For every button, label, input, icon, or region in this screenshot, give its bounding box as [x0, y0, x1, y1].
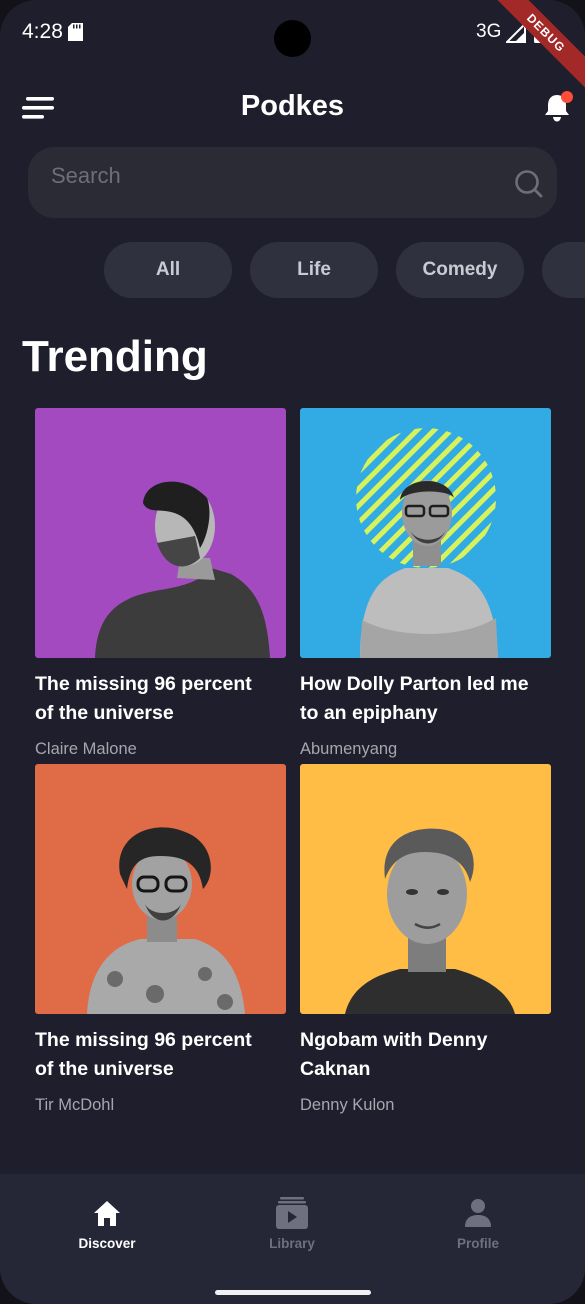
- podcast-card[interactable]: The missing 96 percent of the universe C…: [35, 408, 286, 759]
- category-chips: All Life Comedy: [0, 242, 585, 300]
- chip-more[interactable]: [542, 242, 585, 298]
- podcast-author: Abumenyang: [300, 740, 398, 758]
- podcast-author: Tir McDohl: [35, 1096, 115, 1114]
- podcast-title: How Dolly Parton led me to an epiphany: [300, 673, 529, 724]
- camera-cutout: [274, 20, 311, 57]
- podcast-cover-image: [300, 764, 551, 1014]
- search-placeholder: Search: [51, 163, 121, 188]
- network-type: 3G: [476, 21, 502, 42]
- phone-screen: 4:28 3G DEBUG Podkes Search All Life Com…: [0, 0, 585, 1304]
- bottom-navigation: Discover Library Profile: [0, 1174, 585, 1304]
- home-icon: [94, 1201, 120, 1226]
- chip-comedy[interactable]: Comedy: [396, 242, 524, 298]
- podcast-card[interactable]: How Dolly Parton led me to an epiphany A…: [300, 408, 551, 759]
- status-time: 4:28: [22, 20, 63, 43]
- nav-item-library[interactable]: Library: [232, 1196, 352, 1251]
- podcast-title: The missing 96 percent of the universe: [35, 1029, 252, 1080]
- nav-label: Discover: [78, 1236, 136, 1251]
- library-icon: [276, 1197, 308, 1229]
- host-portrait-image: [95, 481, 270, 658]
- podcast-author: Denny Kulon: [300, 1096, 395, 1114]
- podcast-title: The missing 96 percent of the universe: [35, 673, 252, 724]
- podcast-author: Claire Malone: [35, 740, 137, 758]
- status-bar: 4:28 3G DEBUG: [0, 0, 585, 101]
- nav-item-discover[interactable]: Discover: [47, 1196, 167, 1251]
- notification-dot: [561, 91, 573, 103]
- nav-label: Library: [269, 1236, 315, 1251]
- podcast-cover-image: [35, 408, 286, 658]
- chip-life[interactable]: Life: [250, 242, 378, 298]
- chip-all[interactable]: All: [104, 242, 232, 298]
- sd-card-icon: [68, 23, 83, 41]
- profile-icon: [465, 1199, 491, 1227]
- section-title-trending: Trending: [22, 332, 208, 381]
- app-bar: Podkes: [0, 78, 585, 138]
- home-indicator[interactable]: [215, 1290, 371, 1295]
- podcast-title: Ngobam with Denny Caknan: [300, 1029, 488, 1080]
- host-portrait-image: [87, 827, 245, 1014]
- podcast-cover-image: [35, 764, 286, 1014]
- search-icon[interactable]: [514, 169, 544, 199]
- app-title: Podkes: [240, 90, 345, 122]
- podcast-card[interactable]: The missing 96 percent of the universe T…: [35, 764, 286, 1115]
- host-portrait-image: [345, 828, 515, 1014]
- nav-label: Profile: [456, 1236, 499, 1251]
- nav-item-profile[interactable]: Profile: [418, 1196, 538, 1251]
- search-input[interactable]: Search: [28, 147, 557, 218]
- host-portrait-image: [356, 428, 498, 658]
- podcast-cover-image: [300, 408, 551, 658]
- notification-bell-icon[interactable]: [542, 90, 574, 124]
- podcast-card[interactable]: Ngobam with Denny Caknan Denny Kulon: [300, 764, 551, 1115]
